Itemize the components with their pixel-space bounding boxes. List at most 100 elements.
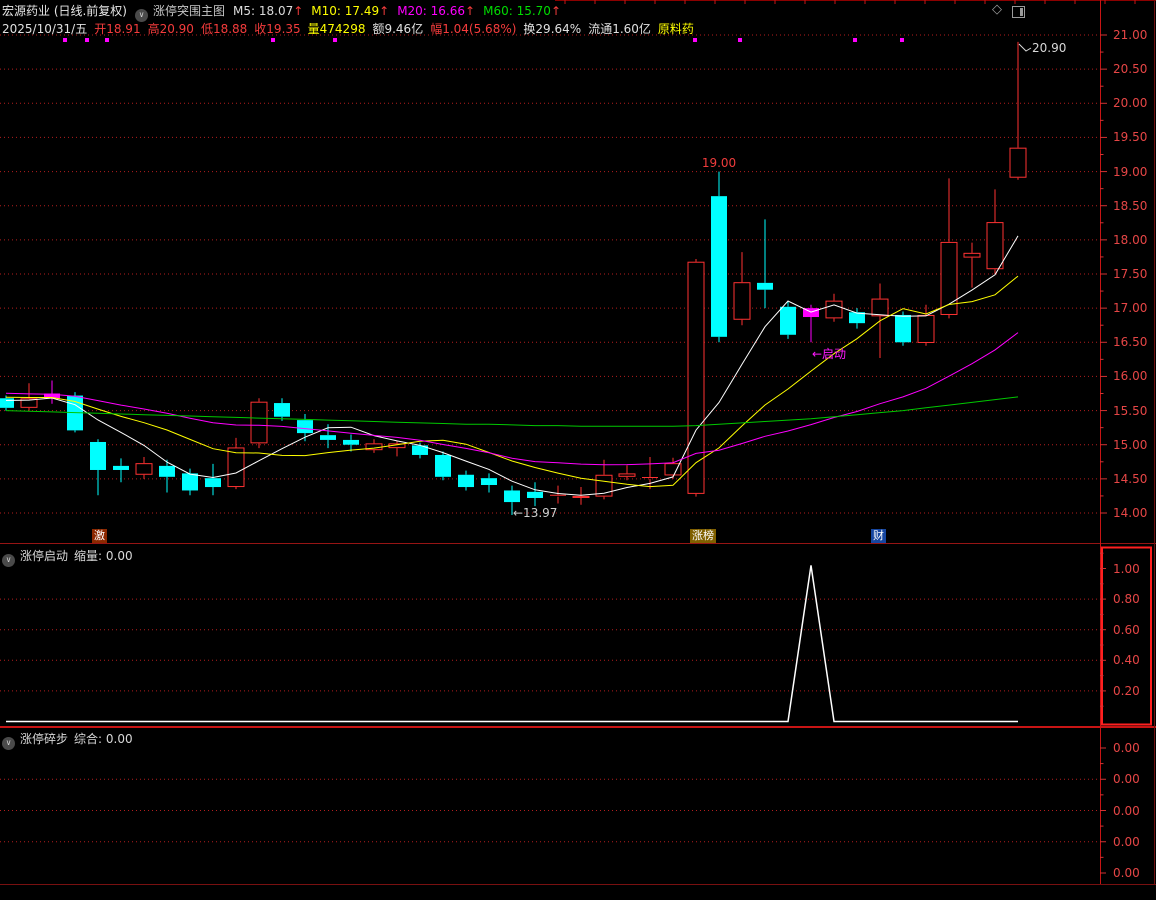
candle-up (734, 283, 750, 320)
panel2-axis-label: 0.80 (1113, 592, 1140, 606)
panel2-axis-label: 0.40 (1113, 653, 1140, 667)
signal-dot (333, 38, 337, 42)
up-arrow-icon: ↑ (293, 4, 303, 18)
quote-field-6: 额9.46亿 (372, 22, 423, 36)
collapse-panel2-icon[interactable]: ∨ (2, 554, 15, 567)
y-axis-label: 21.00 (1113, 28, 1147, 42)
candle-down (780, 307, 796, 335)
signal-dot (105, 38, 109, 42)
header-line1: 宏源药业 (日线.前复权)∨涨停突围主图M5: 18.07↑M10: 17.49… (2, 2, 569, 22)
ma5-line (6, 236, 1018, 495)
split-panel-icon-bar (1020, 8, 1023, 16)
quote-field-4: 收19.35 (254, 22, 300, 36)
ma-item-0: M5: 18.07↑ (233, 4, 303, 18)
candle-down (757, 283, 773, 290)
collapse-panel3-icon[interactable]: ∨ (2, 737, 15, 750)
up-arrow-icon: ↑ (551, 4, 561, 18)
candle-down (895, 315, 911, 342)
candle-down (205, 478, 221, 487)
signal-dot (693, 38, 697, 42)
panel2-param: 缩量: 0.00 (74, 549, 133, 563)
ma-item-3: M60: 15.70↑ (483, 4, 561, 18)
signal-dot (63, 38, 67, 42)
split-panel-icon[interactable] (1012, 6, 1025, 18)
quote-field-0: 2025/10/31/五 (2, 22, 87, 36)
candle-down (159, 466, 175, 477)
event-tag-1[interactable]: 涨榜 (690, 529, 716, 543)
candle-down (274, 403, 290, 417)
event-tag-0[interactable]: 激 (92, 529, 107, 543)
launch-annotation: ←启动 (812, 345, 846, 362)
candle-down (504, 490, 520, 502)
ma-item-1: M10: 17.49↑ (311, 4, 389, 18)
tdx-chart-window: 宏源药业 (日线.前复权)∨涨停突围主图M5: 18.07↑M10: 17.49… (0, 0, 1156, 900)
y-axis-label: 15.00 (1113, 438, 1147, 452)
candle-down (343, 440, 359, 445)
main-indicator-name: 涨停突围主图 (153, 4, 225, 18)
ma-values: M5: 18.07↑ M10: 17.49↑ M20: 16.66↑ M60: 15.… (233, 4, 569, 18)
y-axis-label: 19.00 (1113, 165, 1147, 179)
candle-down (113, 466, 129, 470)
y-axis-label: 20.00 (1113, 96, 1147, 110)
y-axis-label: 15.50 (1113, 404, 1147, 418)
up-arrow-icon: ↑ (465, 4, 475, 18)
y-axis-label: 14.00 (1113, 506, 1147, 520)
header-line2: 2025/10/31/五开18.91高20.90低18.88收19.35量474… (2, 20, 701, 37)
y-axis-label: 20.50 (1113, 62, 1147, 76)
signal-dot (85, 38, 89, 42)
y-axis-label: 18.50 (1113, 199, 1147, 213)
candle-down (527, 492, 543, 498)
quote-field-2: 高20.90 (148, 22, 194, 36)
panel2-axis-label: 1.00 (1113, 562, 1140, 576)
candle-up (987, 223, 1003, 269)
candle-down (435, 455, 451, 477)
candle-down (182, 473, 198, 490)
signal-dot (738, 38, 742, 42)
quote-field-1: 开18.91 (94, 22, 140, 36)
candle-down (320, 435, 336, 440)
candle-down (481, 478, 497, 485)
y-axis-label: 17.50 (1113, 267, 1147, 281)
y-axis-label: 16.50 (1113, 335, 1147, 349)
candle-down (297, 420, 313, 433)
y-axis-label: 18.00 (1113, 233, 1147, 247)
candle-down (711, 196, 727, 337)
high-annotation-hook (1019, 44, 1031, 51)
event-tag-2[interactable]: 财 (871, 529, 886, 543)
quote-field-7: 幅1.04(5.68%) (430, 22, 516, 36)
diamond-icon[interactable]: ◇ (992, 2, 1002, 17)
candle-up (826, 301, 842, 318)
candle-down (458, 475, 474, 487)
panel2-axis-label: 0.20 (1113, 684, 1140, 698)
panel3-axis-label: 0.00 (1113, 741, 1140, 755)
panel3-axis-label: 0.00 (1113, 804, 1140, 818)
candle-down (90, 442, 106, 470)
candle-up (251, 402, 267, 443)
panel3-axis-label: 0.00 (1113, 772, 1140, 786)
chart-canvas (0, 0, 1156, 900)
panel3-header: ∨涨停碎步综合: 0.00 (2, 730, 139, 750)
panel3-axis-label: 0.00 (1113, 866, 1140, 880)
session-high-annotation: 20.90 (1032, 41, 1066, 55)
quote-field-9: 流通1.60亿 (588, 22, 651, 36)
day-high-annotation: 19.00 (694, 156, 744, 170)
quote-field-10: 原料药 (658, 22, 694, 36)
separator-panel2-panel3 (0, 726, 1156, 728)
quote-field-5: 量474298 (308, 22, 366, 36)
signal-dot (853, 38, 857, 42)
panel3-title: 涨停碎步 (20, 732, 68, 746)
y-axis-label: 16.00 (1113, 369, 1147, 383)
y-axis-label: 19.50 (1113, 130, 1147, 144)
candle-down (0, 398, 14, 408)
y-axis-label: 14.50 (1113, 472, 1147, 486)
panel3-axis-label: 0.00 (1113, 835, 1140, 849)
panel2-title: 涨停启动 (20, 549, 68, 563)
quote-field-8: 换29.64% (523, 22, 581, 36)
up-arrow-icon: ↑ (379, 4, 389, 18)
candle-up (136, 464, 152, 475)
candle-up (964, 253, 980, 257)
candle-up (573, 496, 589, 497)
candle-up (872, 299, 888, 316)
ma-item-2: M20: 16.66↑ (397, 4, 475, 18)
panel2-header: ∨ 涨停启动缩量: 0.00 (2, 547, 139, 567)
